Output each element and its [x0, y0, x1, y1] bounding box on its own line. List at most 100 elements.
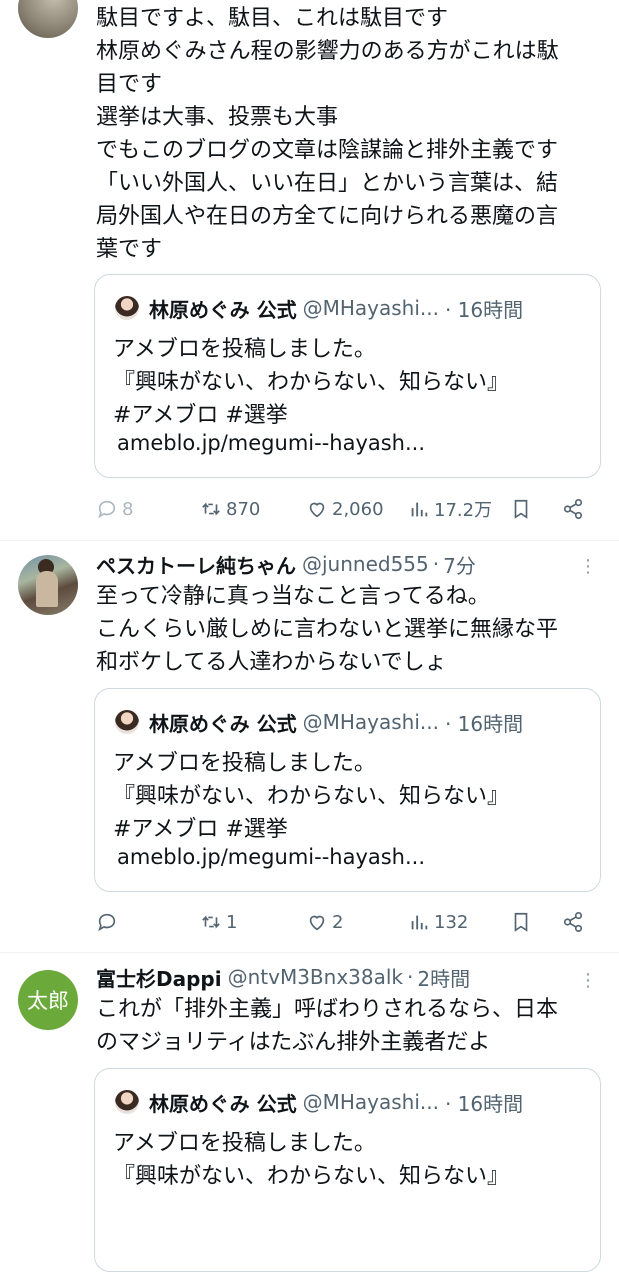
post-text-line: 葉です: [96, 237, 163, 262]
quoted-author-handle: @MHayashi...: [302, 710, 439, 734]
bookmark-button[interactable]: [510, 494, 536, 524]
avatar-text: 太郎: [27, 989, 69, 1013]
post-text-line: のマジョリティはたぶん排外主義者だよ: [96, 1030, 491, 1055]
post-text-line: 林原めぐみさん程の影響力のある方がこれは駄: [96, 39, 559, 64]
like-button[interactable]: 2,060: [306, 494, 384, 524]
post-text-line: 至って冷静に真っ当なこと言ってるね。: [96, 584, 490, 609]
author-handle[interactable]: @ntvM3Bnx38alk: [228, 965, 403, 989]
quoted-time-value: 16時間: [457, 1091, 524, 1116]
like-count: 2: [332, 911, 344, 933]
quoted-avatar: [115, 296, 139, 320]
share-button[interactable]: [562, 907, 588, 937]
post-text-line: でもこのブログの文章は陰謀論と排外主義です: [96, 138, 559, 163]
quoted-link[interactable]: ameblo.jp/megumi--hayash...: [117, 845, 425, 869]
quoted-post[interactable]: 林原めぐみ 公式 @MHayashi... · 16時間 アメブロを投稿しました…: [94, 1068, 601, 1272]
quoted-text-line[interactable]: #アメブロ #選挙: [113, 813, 509, 846]
views-icon: [411, 915, 428, 930]
quoted-author-name: 林原めぐみ 公式: [149, 711, 297, 736]
reply-button[interactable]: 8: [96, 494, 133, 524]
post-header: 富士杉Dappi @ntvM3Bnx38alk · 2時間: [96, 962, 470, 992]
like-icon: [309, 915, 325, 931]
post-text-line: 局外国人や在日の方全てに向けられる悪魔の言: [96, 204, 559, 229]
repost-button[interactable]: 870: [200, 494, 260, 524]
views-icon: [411, 502, 428, 517]
avatar[interactable]: 太郎: [18, 970, 78, 1030]
share-icon: [563, 499, 583, 519]
quoted-text-line[interactable]: #アメブロ #選挙: [113, 399, 509, 432]
quoted-author-handle: @MHayashi...: [302, 296, 439, 320]
post-divider: [0, 952, 619, 953]
like-icon: [309, 502, 325, 518]
quoted-timestamp: · 16時間: [444, 711, 524, 736]
quoted-time-value: 16時間: [457, 711, 524, 736]
quoted-time-value: 16時間: [457, 297, 524, 322]
reply-button[interactable]: [96, 907, 122, 937]
separator-dot: ·: [407, 965, 414, 989]
views-button[interactable]: 132: [408, 907, 468, 937]
quoted-post-header: 林原めぐみ 公式 @MHayashi... · 16時間: [115, 1085, 523, 1119]
author-name[interactable]: ペスカトーレ純ちゃん: [96, 550, 296, 579]
post-divider: [0, 540, 619, 541]
quoted-link[interactable]: ameblo.jp/megumi--hayash...: [117, 431, 425, 455]
author-name[interactable]: 富士杉Dappi: [96, 963, 222, 992]
views-count: 132: [434, 911, 469, 933]
avatar[interactable]: [18, 0, 78, 38]
quoted-timestamp: · 16時間: [444, 297, 524, 322]
action-bar: 8 870 2,060 17.2万: [96, 494, 596, 524]
quoted-post[interactable]: 林原めぐみ 公式 @MHayashi... · 16時間 アメブロを投稿しました…: [94, 688, 601, 892]
post-text-line: 和ボケしてる人達わからないでしょ: [96, 650, 447, 675]
quoted-text-line: 『興味がない、わからない、知らない』: [113, 1164, 510, 1189]
avatar-figure-body: [36, 571, 58, 607]
repost-count: 1: [226, 911, 238, 933]
bookmark-icon: [514, 912, 528, 932]
post-text-line: 駄目ですよ、駄目、これは駄目です: [96, 6, 449, 31]
post-text: 至って冷静に真っ当なこと言ってるね。 こんくらい厳しめに言わないと選挙に無縁な平…: [96, 580, 606, 679]
post-timestamp[interactable]: 2時間: [417, 963, 470, 992]
repost-icon: [202, 502, 220, 516]
quoted-text-line: 『興味がない、わからない、知らない』: [113, 370, 510, 395]
avatar[interactable]: [18, 555, 78, 615]
post-header: ペスカトーレ純ちゃん @junned555 · 7分: [96, 549, 476, 579]
quoted-text-line: アメブロを投稿しました。: [113, 751, 376, 776]
quoted-timestamp: · 16時間: [444, 1091, 524, 1116]
quoted-avatar: [115, 1090, 139, 1114]
bookmark-icon: [514, 499, 528, 519]
quoted-author-name: 林原めぐみ 公式: [149, 297, 297, 322]
bookmark-button[interactable]: [510, 907, 536, 937]
views-count: 17.2万: [434, 500, 493, 521]
separator-dot: ·: [432, 552, 440, 576]
quoted-text-line: 『興味がない、わからない、知らない』: [113, 784, 510, 809]
action-bar: 1 2 132: [96, 907, 596, 937]
reply-icon: [98, 913, 116, 932]
post-timestamp[interactable]: 7分: [443, 550, 476, 579]
quoted-avatar: [115, 710, 139, 734]
reply-icon: [98, 500, 116, 519]
views-button[interactable]: 17.2万: [408, 494, 492, 524]
author-handle[interactable]: @junned555: [302, 552, 429, 576]
more-icon[interactable]: ⋮: [577, 970, 597, 991]
quoted-text: アメブロを投稿しました。 『興味がない、わからない、知らない』 #アメブロ #選…: [113, 333, 509, 432]
repost-button[interactable]: 1: [200, 907, 237, 937]
quoted-author-name: 林原めぐみ 公式: [149, 1091, 297, 1116]
quoted-post[interactable]: 林原めぐみ 公式 @MHayashi... · 16時間 アメブロを投稿しました…: [94, 274, 601, 478]
quoted-post-header: 林原めぐみ 公式 @MHayashi... · 16時間: [115, 291, 523, 325]
like-button[interactable]: 2: [306, 907, 343, 937]
post-text: これが「排外主義」呼ばわりされるなら、日本 のマジョリティはたぶん排外主義者だよ: [96, 993, 606, 1059]
share-button[interactable]: [562, 494, 588, 524]
reply-count: 8: [122, 498, 134, 520]
quoted-text-line: アメブロを投稿しました。: [113, 337, 376, 362]
post-text-line: こんくらい厳しめに言わないと選挙に無縁な平: [96, 617, 559, 642]
share-icon: [563, 912, 583, 932]
like-count: 2,060: [332, 498, 384, 520]
repost-icon: [202, 915, 220, 929]
quoted-post-header: 林原めぐみ 公式 @MHayashi... · 16時間: [115, 705, 523, 739]
more-icon[interactable]: ⋮: [577, 556, 597, 577]
post-text-line: 「いい外国人、いい在日」とかいう言葉は、結: [96, 171, 559, 196]
post-text-line: これが「排外主義」呼ばわりされるなら、日本: [96, 997, 559, 1022]
quoted-text-line: アメブロを投稿しました。: [113, 1131, 376, 1156]
post-text-line: 選挙は大事、投票も大事: [96, 105, 339, 130]
quoted-author-handle: @MHayashi...: [302, 1090, 439, 1114]
repost-count: 870: [226, 498, 261, 520]
post-text-line: 目です: [96, 72, 163, 97]
quoted-text: アメブロを投稿しました。 『興味がない、わからない、知らない』: [113, 1127, 509, 1193]
